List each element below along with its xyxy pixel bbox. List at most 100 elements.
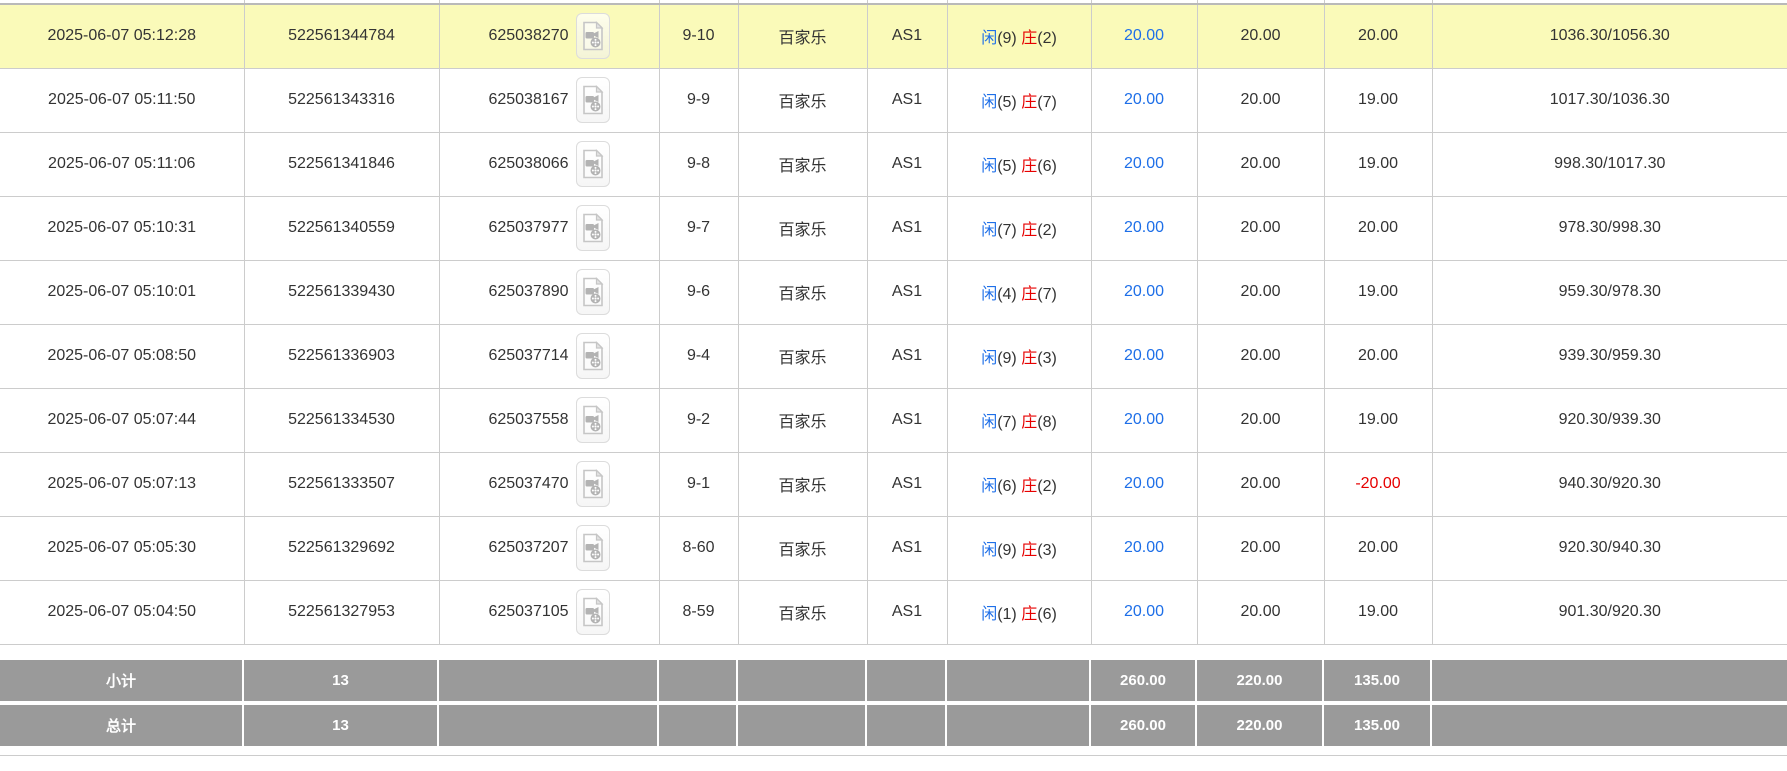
summary-count-cell: 13: [244, 660, 439, 701]
table-cell: AS1: [867, 132, 947, 196]
summary-bet-cell-text: 260.00: [1120, 672, 1166, 689]
game-type-cell-text: 百家乐: [778, 94, 826, 111]
record-row[interactable]: 2025-06-07 05:10:31522561340559625037977…: [0, 196, 1787, 260]
bet-id-cell: 522561336903: [244, 324, 439, 388]
result-cell: 闲(7) 庄(8): [947, 388, 1091, 452]
bet-amount-link[interactable]: 20.00: [1124, 283, 1164, 300]
summary-empty-cell: [867, 705, 947, 746]
round-cell-text: 9-1: [687, 475, 710, 492]
video-replay-button[interactable]: [576, 141, 610, 187]
video-file-icon: [582, 533, 604, 563]
winloss-cell: 20.00: [1324, 196, 1432, 260]
bet-amount-link[interactable]: 20.00: [1124, 603, 1164, 620]
game-type-cell: 百家乐: [738, 580, 867, 644]
winloss-cell-text: 19.00: [1358, 283, 1398, 300]
round-cell: 9-6: [659, 260, 738, 324]
bet-amount-link[interactable]: 20.00: [1124, 347, 1164, 364]
bet-amount-link[interactable]: 20.00: [1124, 539, 1164, 556]
record-row[interactable]: 2025-06-07 05:08:50522561336903625037714…: [0, 324, 1787, 388]
balance-cell-text: 940.30/920.30: [1559, 475, 1661, 492]
game-type-cell-text: 百家乐: [778, 478, 826, 495]
summary-table: 小计13260.00220.00135.00总计13260.00220.0013…: [0, 656, 1787, 750]
video-replay-button[interactable]: [576, 205, 610, 251]
bet-amount-link[interactable]: 20.00: [1124, 411, 1164, 428]
game-type-cell-text: 百家乐: [778, 158, 826, 175]
video-replay-button[interactable]: [576, 269, 610, 315]
valid-amount-cell: 20.00: [1197, 68, 1324, 132]
video-replay-button[interactable]: [576, 333, 610, 379]
bet-amount-cell: 20.00: [1091, 260, 1197, 324]
record-row[interactable]: 2025-06-07 05:12:28522561344784625038270…: [0, 4, 1787, 68]
record-row[interactable]: 2025-06-07 05:05:30522561329692625037207…: [0, 516, 1787, 580]
round-cell-text: 9-4: [687, 347, 710, 364]
records-table: 2025-06-07 05:12:28522561344784625038270…: [0, 0, 1787, 645]
video-replay-button[interactable]: [576, 397, 610, 443]
summary-empty-cell: [439, 705, 659, 746]
game-id-text: 625037558: [488, 411, 568, 429]
time-cell: 2025-06-07 05:11:06: [0, 132, 244, 196]
table-cell-text: AS1: [892, 347, 922, 364]
winloss-cell: 20.00: [1324, 324, 1432, 388]
round-cell: 8-60: [659, 516, 738, 580]
game-type-cell-text: 百家乐: [778, 606, 826, 623]
balance-cell: 940.30/920.30: [1432, 452, 1787, 516]
record-row[interactable]: 2025-06-07 05:11:06522561341846625038066…: [0, 132, 1787, 196]
time-cell: 2025-06-07 05:07:44: [0, 388, 244, 452]
video-file-icon: [582, 405, 604, 435]
game-type-cell-text: 百家乐: [778, 222, 826, 239]
result-cell: 闲(5) 庄(6): [947, 132, 1091, 196]
result-cell: 闲(9) 庄(3): [947, 516, 1091, 580]
valid-amount-cell-text: 20.00: [1240, 539, 1280, 556]
bet-id-cell-text: 522561339430: [288, 283, 395, 300]
time-cell-text: 2025-06-07 05:08:50: [47, 347, 196, 364]
game-id-text: 625038167: [488, 91, 568, 109]
video-replay-button[interactable]: [576, 525, 610, 571]
record-row[interactable]: 2025-06-07 05:10:01522561339430625037890…: [0, 260, 1787, 324]
video-replay-button[interactable]: [576, 461, 610, 507]
bet-amount-link[interactable]: 20.00: [1124, 475, 1164, 492]
banker-label: 庄: [1021, 478, 1037, 495]
bet-amount-cell: 20.00: [1091, 324, 1197, 388]
table-cell-text: AS1: [892, 27, 922, 44]
bet-id-cell: 522561344784: [244, 4, 439, 68]
record-row[interactable]: 2025-06-07 05:07:13522561333507625037470…: [0, 452, 1787, 516]
winloss-cell: -20.00: [1324, 452, 1432, 516]
record-row[interactable]: 2025-06-07 05:04:50522561327953625037105…: [0, 580, 1787, 644]
round-cell: 8-59: [659, 580, 738, 644]
video-replay-button[interactable]: [576, 13, 610, 59]
bet-amount-cell: 20.00: [1091, 452, 1197, 516]
table-cell-text: AS1: [892, 475, 922, 492]
bet-amount-link[interactable]: 20.00: [1124, 155, 1164, 172]
balance-cell: 998.30/1017.30: [1432, 132, 1787, 196]
valid-amount-cell-text: 20.00: [1240, 347, 1280, 364]
balance-cell: 920.30/940.30: [1432, 516, 1787, 580]
bet-amount-link[interactable]: 20.00: [1124, 27, 1164, 44]
player-points: (9): [997, 350, 1017, 367]
balance-cell: 920.30/939.30: [1432, 388, 1787, 452]
summary-empty-cell: [947, 705, 1091, 746]
summary-valid-cell: 220.00: [1197, 660, 1324, 701]
bet-amount-cell: 20.00: [1091, 132, 1197, 196]
record-row[interactable]: 2025-06-07 05:11:50522561343316625038167…: [0, 68, 1787, 132]
player-label: 闲: [981, 30, 997, 47]
round-cell-text: 9-9: [687, 91, 710, 108]
record-row[interactable]: 2025-06-07 05:07:44522561334530625037558…: [0, 388, 1787, 452]
summary-bet-cell: 260.00: [1091, 660, 1197, 701]
time-cell: 2025-06-07 05:10:01: [0, 260, 244, 324]
time-cell: 2025-06-07 05:10:31: [0, 196, 244, 260]
round-cell: 9-4: [659, 324, 738, 388]
time-cell-text: 2025-06-07 05:11:50: [48, 91, 195, 108]
video-replay-button[interactable]: [576, 589, 610, 635]
summary-label-cell-text: 总计: [106, 718, 136, 735]
balance-cell-text: 920.30/939.30: [1559, 411, 1661, 428]
game-type-cell-text: 百家乐: [778, 414, 826, 431]
table-cell-text: AS1: [892, 539, 922, 556]
bet-amount-link[interactable]: 20.00: [1124, 91, 1164, 108]
balance-cell: 939.30/959.30: [1432, 324, 1787, 388]
summary-bet-cell-text: 260.00: [1120, 717, 1166, 734]
player-points: (6): [997, 478, 1017, 495]
video-replay-button[interactable]: [576, 77, 610, 123]
bet-amount-link[interactable]: 20.00: [1124, 219, 1164, 236]
banker-label: 庄: [1021, 30, 1037, 47]
table-cell-text: AS1: [892, 155, 922, 172]
